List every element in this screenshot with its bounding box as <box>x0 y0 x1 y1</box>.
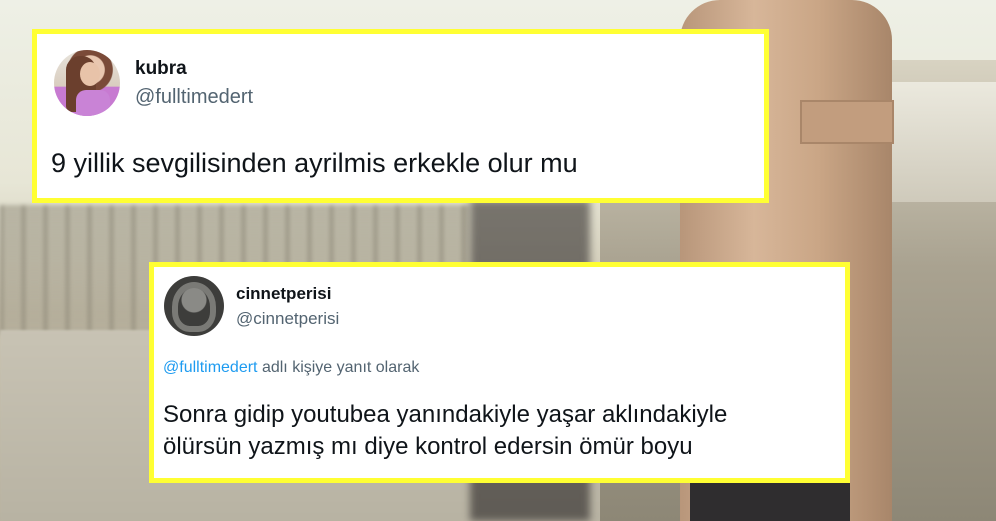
reply-context: @fulltimedert adlı kişiye yanıt olarak <box>163 359 419 377</box>
tweet-author-name[interactable]: kubra <box>135 58 187 80</box>
avatar-face <box>80 62 100 86</box>
background-coat-belt <box>800 100 894 144</box>
tweet-text: 9 yillik sevgilisinden ayrilmis erkekle … <box>51 148 578 178</box>
tweet-author-handle[interactable]: @fulltimedert <box>135 86 253 109</box>
avatar-hood <box>172 282 216 332</box>
avatar[interactable] <box>164 276 224 336</box>
tweet-card-cinnetperisi[interactable]: cinnetperisi @cinnetperisi @fulltimedert… <box>149 262 850 483</box>
tweet-text-line: ölürsün yazmış mı diye kontrol edersin ö… <box>163 433 693 460</box>
avatar-top <box>76 90 110 116</box>
avatar[interactable] <box>54 50 120 116</box>
tweet-text-line: Sonra gidip youtubea yanındakiyle yaşar … <box>163 401 728 428</box>
background-pants <box>690 480 850 521</box>
tweet-card-kubra[interactable]: kubra @fulltimedert 9 yillik sevgilisind… <box>32 29 769 203</box>
tweet-author-handle[interactable]: @cinnetperisi <box>236 309 339 329</box>
reply-mention-link[interactable]: @fulltimedert <box>163 359 258 376</box>
reply-context-label: adlı kişiye yanıt olarak <box>257 359 420 376</box>
tweet-text: Sonra gidip youtubea yanındakiyle yaşar … <box>163 399 843 463</box>
tweet-author-name[interactable]: cinnetperisi <box>236 284 331 304</box>
